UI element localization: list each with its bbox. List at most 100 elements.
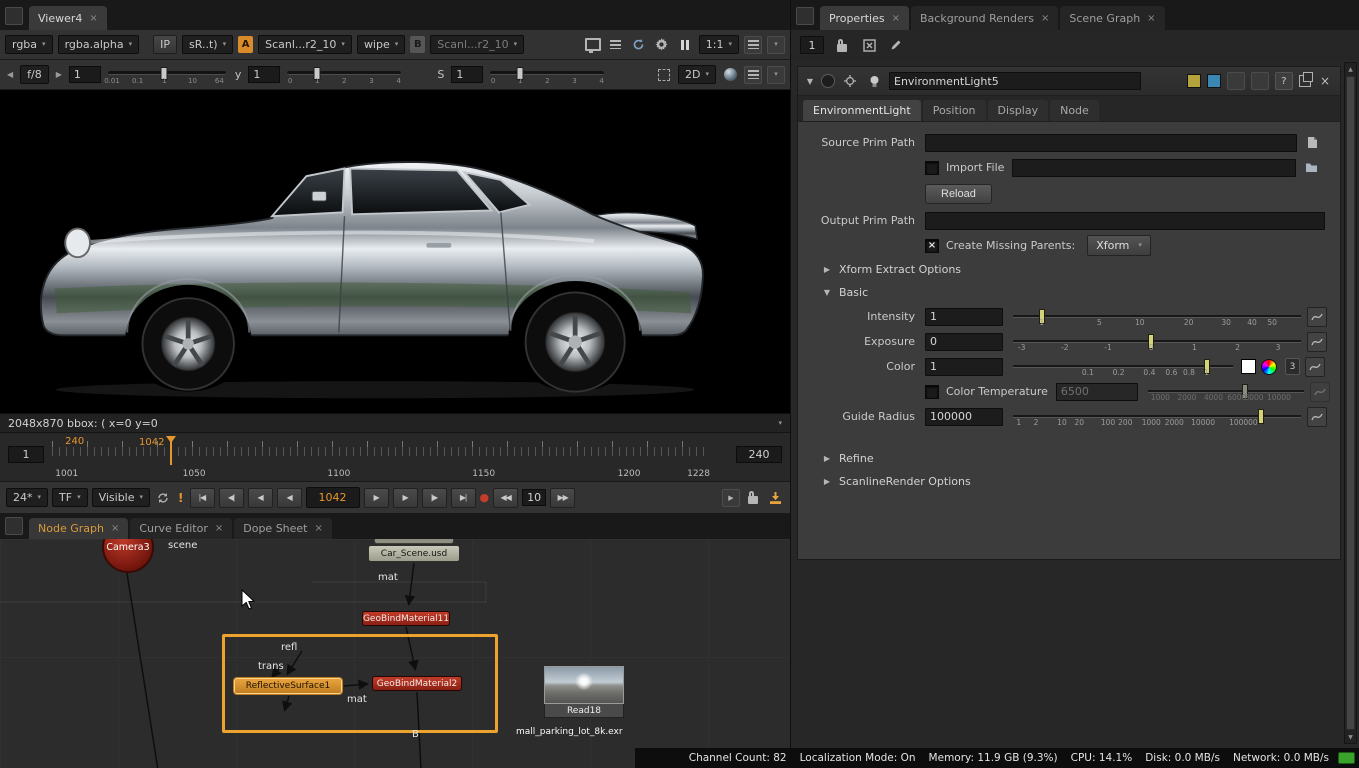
forward-increment-button[interactable]: ▶▶ — [550, 488, 575, 508]
color-input[interactable] — [925, 358, 1003, 376]
tab-display[interactable]: Display — [988, 100, 1049, 121]
fstop-down-icon[interactable]: ◀ — [5, 70, 15, 79]
view-mode-select[interactable]: 2D▾ — [678, 65, 716, 84]
tab-properties[interactable]: Properties × — [820, 6, 909, 30]
node-geobindmaterial2[interactable]: GeoBindMaterial2 — [372, 676, 462, 691]
xform-extract-options-group[interactable]: ▶ Xform Extract Options — [798, 258, 1340, 281]
close-icon[interactable]: × — [892, 13, 900, 24]
sphere-icon[interactable] — [721, 66, 739, 84]
scroll-up-icon[interactable]: ▲ — [1345, 63, 1356, 75]
animation-curve-button[interactable] — [1305, 357, 1325, 377]
node-name-field[interactable] — [889, 72, 1141, 90]
step-forward-button[interactable]: ▶ — [393, 488, 418, 508]
gamma-slider[interactable]: 0 1 2 3 4 — [285, 62, 403, 88]
input-a-select[interactable]: Scanl...r2_10▾ — [258, 35, 352, 54]
play-backward-button[interactable]: ◀ — [248, 488, 273, 508]
animation-curve-button[interactable] — [1310, 382, 1330, 402]
node-graph-canvas[interactable]: Camera3 scene Car_Scene.usd mat GeoBindM… — [0, 539, 790, 768]
layer-select[interactable]: rgba▾ — [5, 35, 53, 54]
close-icon[interactable]: × — [315, 523, 323, 534]
import-file-checkbox[interactable] — [925, 161, 939, 175]
create-missing-parents-checkbox[interactable]: × — [925, 239, 939, 253]
revert-knobs-icon[interactable] — [1227, 72, 1245, 90]
lock-range-icon[interactable] — [744, 489, 762, 507]
color-temperature-checkbox[interactable] — [925, 385, 939, 399]
tab-position[interactable]: Position — [923, 100, 986, 121]
gain-input[interactable] — [69, 66, 101, 83]
tab-background-renders[interactable]: Background Renders × — [911, 6, 1058, 30]
animation-curve-button[interactable] — [1307, 407, 1327, 427]
node-geobindmaterial11[interactable]: GeoBindMaterial11 — [362, 611, 450, 626]
zoom-level-select[interactable]: 1:1▾ — [699, 35, 739, 54]
edit-pencil-icon[interactable] — [887, 36, 905, 54]
node-car-scene-usd[interactable]: Car_Scene.usd — [368, 545, 460, 562]
guide-radius-input[interactable] — [925, 408, 1003, 426]
gain-slider[interactable]: 0.01 0.1 1 10 64 — [106, 62, 228, 88]
gear-icon[interactable] — [653, 36, 671, 54]
node-color-chip[interactable] — [821, 74, 835, 88]
close-icon[interactable]: × — [89, 13, 97, 24]
close-icon[interactable]: × — [215, 523, 223, 534]
viewer-canvas[interactable] — [0, 90, 790, 413]
node-color-swatch[interactable] — [1187, 74, 1201, 88]
list-icon[interactable] — [607, 36, 625, 54]
record-icon[interactable]: ● — [480, 491, 490, 504]
color-temperature-input[interactable] — [1056, 383, 1138, 401]
sync-range-icon[interactable] — [154, 489, 172, 507]
frame-increment-field[interactable] — [522, 489, 546, 506]
range-start-field[interactable] — [8, 446, 44, 463]
goto-end-button[interactable]: ▶| — [451, 488, 476, 508]
pane-menu-icon[interactable] — [796, 7, 814, 25]
timeline-range-select[interactable]: TF▾ — [52, 488, 88, 507]
refine-group[interactable]: ▶ Refine — [798, 447, 1340, 470]
float-panel-icon[interactable] — [1299, 75, 1311, 87]
slider-handle[interactable] — [1258, 409, 1264, 424]
current-frame-field[interactable]: 1042 — [306, 487, 360, 508]
manage-knobs-icon[interactable] — [1251, 72, 1269, 90]
monitor-out-icon[interactable] — [584, 36, 602, 54]
tab-environmentlight[interactable]: EnvironmentLight — [803, 100, 921, 121]
scroll-down-icon[interactable]: ▼ — [1345, 731, 1356, 743]
play-forward-button[interactable]: ▶ — [364, 488, 389, 508]
next-keyframe-button[interactable]: |▶ — [422, 488, 447, 508]
folder-icon[interactable] — [1302, 159, 1320, 177]
pause-icon[interactable] — [676, 36, 694, 54]
import-file-input[interactable] — [1012, 159, 1296, 177]
color-slider[interactable]: 0.1 0.2 0.4 0.6 0.8 1 — [1013, 355, 1233, 379]
panel-collapse-icon[interactable]: ▾ — [767, 66, 785, 84]
tab-dope-sheet[interactable]: Dope Sheet × — [234, 518, 332, 539]
fstop-display[interactable]: f/8 — [20, 65, 49, 84]
chevron-down-icon[interactable]: ▾ — [778, 420, 782, 427]
alpha-channel-select[interactable]: rgba.alpha▾ — [58, 35, 140, 54]
lightbulb-icon[interactable] — [865, 72, 883, 90]
close-icon[interactable]: × — [111, 523, 119, 534]
tab-viewer4[interactable]: Viewer4 × — [29, 6, 107, 30]
basic-group[interactable]: ▼ Basic — [798, 281, 1340, 304]
close-panel-icon[interactable]: × — [1317, 74, 1333, 88]
range-end-field[interactable] — [736, 446, 782, 463]
scrollbar-thumb[interactable] — [1346, 76, 1355, 730]
panel-stack-icon[interactable] — [744, 36, 762, 54]
color-swatch[interactable] — [1241, 359, 1256, 374]
node-clipped[interactable] — [374, 539, 454, 544]
fps-select[interactable]: 24*▾ — [6, 488, 48, 507]
tab-curve-editor[interactable]: Curve Editor × — [130, 518, 232, 539]
guide-radius-slider[interactable]: 1 2 10 20 100 200 1000 2000 10000 100000 — [1013, 405, 1301, 429]
node-reflectivesurface1[interactable]: ReflectiveSurface1 — [234, 678, 342, 694]
animation-curve-button[interactable] — [1307, 332, 1327, 352]
tab-scene-graph[interactable]: Scene Graph × — [1060, 6, 1164, 30]
close-icon[interactable]: × — [1147, 13, 1155, 24]
clear-panels-icon[interactable] — [860, 36, 878, 54]
node-read18[interactable]: Read18 — [544, 666, 624, 718]
reload-button[interactable]: Reload — [925, 184, 992, 204]
saturation-slider[interactable]: 0 1 2 3 4 — [488, 62, 606, 88]
properties-scrollbar[interactable]: ▲ ▼ — [1344, 62, 1357, 744]
collapse-triangle-icon[interactable]: ▼ — [805, 77, 815, 86]
tab-node-graph[interactable]: Node Graph × — [29, 518, 128, 539]
fstop-up-icon[interactable]: ▶ — [54, 70, 64, 79]
goto-start-button[interactable]: |◀ — [190, 488, 215, 508]
color-temperature-slider[interactable]: 1000 2000 4000 6000 8000 10000 — [1148, 380, 1304, 404]
gl-color-swatch[interactable] — [1207, 74, 1221, 88]
timeline-ruler[interactable]: 240 1042 1001 1050 1100 1150 1200 1228 — [52, 435, 710, 479]
center-node-icon[interactable] — [841, 72, 859, 90]
